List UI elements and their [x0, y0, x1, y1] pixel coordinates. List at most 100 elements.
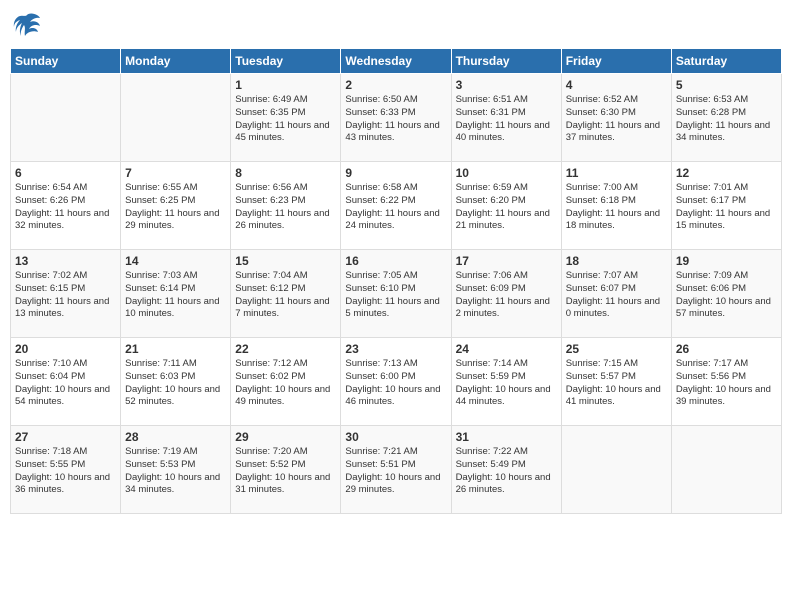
day-header-friday: Friday: [561, 49, 671, 74]
day-info: Sunrise: 7:03 AM Sunset: 6:14 PM Dayligh…: [125, 270, 226, 321]
day-info: Sunrise: 7:04 AM Sunset: 6:12 PM Dayligh…: [235, 270, 336, 321]
calendar-cell: 14 Sunrise: 7:03 AM Sunset: 6:14 PM Dayli…: [121, 250, 231, 338]
calendar-cell: 1 Sunrise: 6:49 AM Sunset: 6:35 PM Daylig…: [231, 74, 341, 162]
day-number: 11: [566, 166, 667, 180]
calendar-cell: [121, 74, 231, 162]
page-header: [10, 10, 782, 40]
calendar-cell: [11, 74, 121, 162]
day-info: Sunrise: 6:59 AM Sunset: 6:20 PM Dayligh…: [456, 182, 557, 233]
logo-bird-icon: [12, 10, 42, 40]
calendar-header-row: SundayMondayTuesdayWednesdayThursdayFrid…: [11, 49, 782, 74]
day-info: Sunrise: 7:06 AM Sunset: 6:09 PM Dayligh…: [456, 270, 557, 321]
day-number: 28: [125, 430, 226, 444]
calendar-cell: 24 Sunrise: 7:14 AM Sunset: 5:59 PM Dayli…: [451, 338, 561, 426]
day-number: 16: [345, 254, 446, 268]
day-number: 8: [235, 166, 336, 180]
day-info: Sunrise: 7:20 AM Sunset: 5:52 PM Dayligh…: [235, 446, 336, 497]
day-info: Sunrise: 7:19 AM Sunset: 5:53 PM Dayligh…: [125, 446, 226, 497]
calendar-cell: 30 Sunrise: 7:21 AM Sunset: 5:51 PM Dayli…: [341, 426, 451, 514]
day-info: Sunrise: 7:10 AM Sunset: 6:04 PM Dayligh…: [15, 358, 116, 409]
day-header-tuesday: Tuesday: [231, 49, 341, 74]
day-info: Sunrise: 7:15 AM Sunset: 5:57 PM Dayligh…: [566, 358, 667, 409]
day-number: 13: [15, 254, 116, 268]
day-info: Sunrise: 7:09 AM Sunset: 6:06 PM Dayligh…: [676, 270, 777, 321]
day-number: 25: [566, 342, 667, 356]
calendar-cell: 26 Sunrise: 7:17 AM Sunset: 5:56 PM Dayli…: [671, 338, 781, 426]
day-number: 2: [345, 78, 446, 92]
day-number: 3: [456, 78, 557, 92]
day-number: 15: [235, 254, 336, 268]
day-number: 19: [676, 254, 777, 268]
day-number: 12: [676, 166, 777, 180]
day-info: Sunrise: 6:56 AM Sunset: 6:23 PM Dayligh…: [235, 182, 336, 233]
calendar-cell: 4 Sunrise: 6:52 AM Sunset: 6:30 PM Daylig…: [561, 74, 671, 162]
day-number: 10: [456, 166, 557, 180]
day-info: Sunrise: 7:18 AM Sunset: 5:55 PM Dayligh…: [15, 446, 116, 497]
calendar-cell: 23 Sunrise: 7:13 AM Sunset: 6:00 PM Dayli…: [341, 338, 451, 426]
calendar-cell: 28 Sunrise: 7:19 AM Sunset: 5:53 PM Dayli…: [121, 426, 231, 514]
day-header-wednesday: Wednesday: [341, 49, 451, 74]
calendar-cell: 17 Sunrise: 7:06 AM Sunset: 6:09 PM Dayli…: [451, 250, 561, 338]
day-header-sunday: Sunday: [11, 49, 121, 74]
day-info: Sunrise: 6:58 AM Sunset: 6:22 PM Dayligh…: [345, 182, 446, 233]
calendar-cell: 12 Sunrise: 7:01 AM Sunset: 6:17 PM Dayli…: [671, 162, 781, 250]
day-number: 14: [125, 254, 226, 268]
calendar-cell: 6 Sunrise: 6:54 AM Sunset: 6:26 PM Daylig…: [11, 162, 121, 250]
day-info: Sunrise: 7:14 AM Sunset: 5:59 PM Dayligh…: [456, 358, 557, 409]
calendar-cell: 2 Sunrise: 6:50 AM Sunset: 6:33 PM Daylig…: [341, 74, 451, 162]
day-number: 5: [676, 78, 777, 92]
calendar-cell: 5 Sunrise: 6:53 AM Sunset: 6:28 PM Daylig…: [671, 74, 781, 162]
day-info: Sunrise: 7:12 AM Sunset: 6:02 PM Dayligh…: [235, 358, 336, 409]
day-info: Sunrise: 6:54 AM Sunset: 6:26 PM Dayligh…: [15, 182, 116, 233]
day-info: Sunrise: 7:07 AM Sunset: 6:07 PM Dayligh…: [566, 270, 667, 321]
day-info: Sunrise: 6:53 AM Sunset: 6:28 PM Dayligh…: [676, 94, 777, 145]
calendar-table: SundayMondayTuesdayWednesdayThursdayFrid…: [10, 48, 782, 514]
day-info: Sunrise: 6:49 AM Sunset: 6:35 PM Dayligh…: [235, 94, 336, 145]
day-number: 30: [345, 430, 446, 444]
day-number: 27: [15, 430, 116, 444]
day-info: Sunrise: 6:50 AM Sunset: 6:33 PM Dayligh…: [345, 94, 446, 145]
week-row-3: 13 Sunrise: 7:02 AM Sunset: 6:15 PM Dayli…: [11, 250, 782, 338]
calendar-cell: [561, 426, 671, 514]
day-number: 18: [566, 254, 667, 268]
day-header-monday: Monday: [121, 49, 231, 74]
calendar-cell: 21 Sunrise: 7:11 AM Sunset: 6:03 PM Dayli…: [121, 338, 231, 426]
day-info: Sunrise: 7:21 AM Sunset: 5:51 PM Dayligh…: [345, 446, 446, 497]
day-info: Sunrise: 7:00 AM Sunset: 6:18 PM Dayligh…: [566, 182, 667, 233]
day-number: 1: [235, 78, 336, 92]
calendar-cell: 16 Sunrise: 7:05 AM Sunset: 6:10 PM Dayli…: [341, 250, 451, 338]
day-info: Sunrise: 6:52 AM Sunset: 6:30 PM Dayligh…: [566, 94, 667, 145]
calendar-cell: 20Sunrise: 7:10 AM Sunset: 6:04 PM Dayli…: [11, 338, 121, 426]
week-row-1: 1 Sunrise: 6:49 AM Sunset: 6:35 PM Daylig…: [11, 74, 782, 162]
calendar-cell: 10 Sunrise: 6:59 AM Sunset: 6:20 PM Dayli…: [451, 162, 561, 250]
calendar-cell: 11 Sunrise: 7:00 AM Sunset: 6:18 PM Dayli…: [561, 162, 671, 250]
calendar-cell: 7 Sunrise: 6:55 AM Sunset: 6:25 PM Daylig…: [121, 162, 231, 250]
day-number: 26: [676, 342, 777, 356]
calendar-cell: 13 Sunrise: 7:02 AM Sunset: 6:15 PM Dayli…: [11, 250, 121, 338]
calendar-cell: 9Sunrise: 6:58 AM Sunset: 6:22 PM Daylig…: [341, 162, 451, 250]
calendar-cell: 15 Sunrise: 7:04 AM Sunset: 6:12 PM Dayli…: [231, 250, 341, 338]
day-number: 23: [345, 342, 446, 356]
day-info: Sunrise: 7:05 AM Sunset: 6:10 PM Dayligh…: [345, 270, 446, 321]
day-number: 4: [566, 78, 667, 92]
day-number: 6: [15, 166, 116, 180]
day-number: 22: [235, 342, 336, 356]
day-number: 24: [456, 342, 557, 356]
calendar-cell: 31Sunrise: 7:22 AM Sunset: 5:49 PM Dayli…: [451, 426, 561, 514]
day-number: 7: [125, 166, 226, 180]
day-info: Sunrise: 7:01 AM Sunset: 6:17 PM Dayligh…: [676, 182, 777, 233]
calendar-cell: 19 Sunrise: 7:09 AM Sunset: 6:06 PM Dayli…: [671, 250, 781, 338]
calendar-cell: 25 Sunrise: 7:15 AM Sunset: 5:57 PM Dayli…: [561, 338, 671, 426]
day-info: Sunrise: 7:11 AM Sunset: 6:03 PM Dayligh…: [125, 358, 226, 409]
calendar-cell: 29Sunrise: 7:20 AM Sunset: 5:52 PM Dayli…: [231, 426, 341, 514]
day-number: 17: [456, 254, 557, 268]
day-number: 21: [125, 342, 226, 356]
calendar-cell: 27 Sunrise: 7:18 AM Sunset: 5:55 PM Dayli…: [11, 426, 121, 514]
logo: [10, 10, 42, 40]
day-info: Sunrise: 6:51 AM Sunset: 6:31 PM Dayligh…: [456, 94, 557, 145]
day-info: Sunrise: 6:55 AM Sunset: 6:25 PM Dayligh…: [125, 182, 226, 233]
day-info: Sunrise: 7:17 AM Sunset: 5:56 PM Dayligh…: [676, 358, 777, 409]
day-info: Sunrise: 7:22 AM Sunset: 5:49 PM Dayligh…: [456, 446, 557, 497]
day-info: Sunrise: 7:13 AM Sunset: 6:00 PM Dayligh…: [345, 358, 446, 409]
day-info: Sunrise: 7:02 AM Sunset: 6:15 PM Dayligh…: [15, 270, 116, 321]
